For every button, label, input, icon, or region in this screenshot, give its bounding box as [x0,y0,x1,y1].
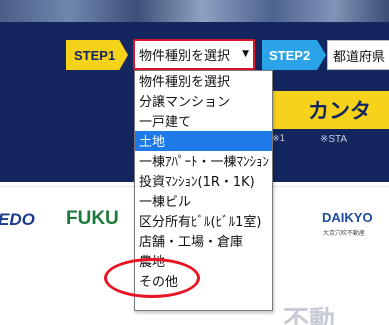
option-detached-house[interactable]: 一戸建て [135,111,272,131]
step2-badge: STEP2 [262,40,326,70]
option-whole-building[interactable]: 一棟ビル [135,191,272,211]
property-type-select[interactable]: 物件種別を選択 ▼ [133,39,255,70]
option-select-prompt[interactable]: 物件種別を選択 [135,71,272,91]
step1-badge: STEP1 [66,40,128,70]
banner-footnote-right: ※STA [320,134,348,145]
option-condominium[interactable]: 分譲マンション [135,91,272,111]
option-land[interactable]: 土地 [135,131,272,151]
promo-banner-text: カンタ [308,99,371,123]
logo-fuku[interactable]: FUKU [66,208,119,230]
property-type-select-value: 物件種別を選択 [139,49,231,64]
option-apartment-building[interactable]: 一棟ｱﾊﾟｰﾄ・一棟ﾏﾝｼｮﾝ [135,151,272,171]
logo-edo[interactable]: EDO [0,210,35,230]
option-store-factory-warehouse[interactable]: 店舗・工場・倉庫 [135,231,272,251]
dropdown-arrow-icon: ▼ [242,49,249,59]
option-investment-condo[interactable]: 投資ﾏﾝｼｮﾝ(1R・1K) [135,171,272,191]
promo-banner[interactable]: カンタ [272,91,389,129]
header-photo-strip [0,0,389,22]
banner-footnote-left: ※1 [272,134,286,144]
logo-daikyo-subtitle: 大京穴吹不動産 [323,230,366,237]
prefecture-select[interactable]: 都道府県 [327,40,389,70]
annotation-circle [104,258,200,298]
step1-label: STEP1 [74,47,116,63]
section-heading-fragment: 不動 [283,306,336,325]
step2-label: STEP2 [269,47,311,63]
logo-daikyo[interactable]: DAIKYO [322,210,373,225]
prefecture-select-value: 都道府県 [333,49,386,65]
option-sectional-building[interactable]: 区分所有ﾋﾞﾙ(ﾋﾞﾙ1室) [135,211,272,231]
